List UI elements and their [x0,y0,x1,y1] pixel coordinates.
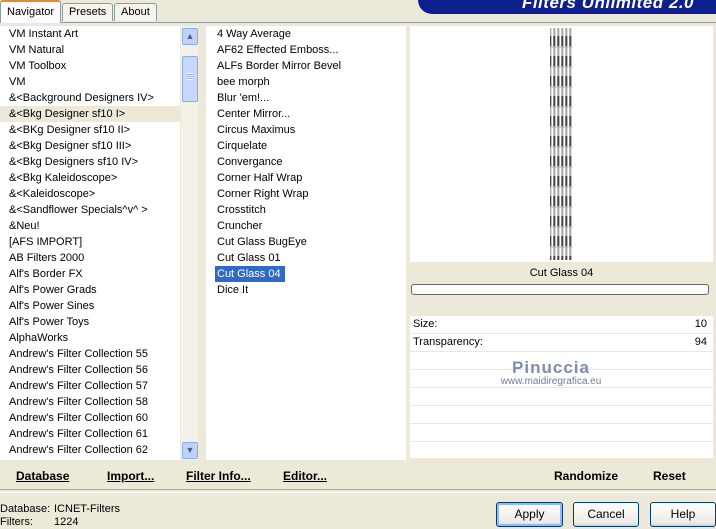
filter-item[interactable]: Cut Glass 01 [206,250,406,266]
apply-button[interactable]: Apply [496,502,563,527]
scroll-down-arrow-icon[interactable]: ▼ [182,442,198,459]
category-item[interactable]: VM Natural [0,42,180,58]
category-item[interactable]: Andrew's Filter Collection 56 [0,362,180,378]
filter-item[interactable]: Corner Half Wrap [206,170,406,186]
category-item[interactable]: Alf's Power Grads [0,282,180,298]
filter-item-selected[interactable]: Cut Glass 04 [215,266,285,282]
category-item[interactable]: &<Sandflower Specials^v^ > [0,202,180,218]
category-item[interactable]: Andrew's Filter Collection 57 [0,378,180,394]
cancel-button[interactable]: Cancel [573,502,639,527]
filter-item[interactable]: Cirquelate [206,138,406,154]
category-item[interactable]: Alf's Power Sines [0,298,180,314]
help-button[interactable]: Help [650,502,716,527]
status-filters-label: Filters: [0,516,33,528]
status-filters: Filters: 1224 [0,516,78,528]
tab-navigator[interactable]: Navigator [0,0,62,23]
category-item[interactable]: &<Bkg Kaleidoscope> [0,170,180,186]
filter-item[interactable]: Convergance [206,154,406,170]
category-item[interactable]: AlphaWorks [0,330,180,346]
category-item[interactable]: Andrew's Filter Collection 61 [0,426,180,442]
status-database-label: Database: [0,503,51,515]
category-item[interactable]: VM Toolbox [0,58,180,74]
category-item[interactable]: AB Filters 2000 [0,250,180,266]
param-size[interactable]: Size: 10 [410,316,713,334]
filter-item[interactable]: Circus Maximus [206,122,406,138]
app-banner: Filters Unlimited 2.0 [418,0,716,14]
param-empty-row [410,424,713,442]
divider [0,489,716,493]
progress-bar [411,284,709,295]
status-database: Database: ICNET-Filters [0,503,120,515]
filter-item[interactable]: Cut Glass BugEye [206,234,406,250]
param-empty-row [410,370,713,388]
category-item[interactable]: &<Bkg Designer sf10 I> [0,106,180,122]
param-transparency-value[interactable]: 94 [695,336,707,348]
category-scrollbar[interactable]: ▲ ▼ [181,26,198,460]
banner-title: Filters Unlimited 2.0 [521,0,694,12]
randomize-button[interactable]: Randomize [554,467,618,485]
param-size-label: Size: [413,318,438,330]
category-list[interactable]: VM Instant Art VM Natural VM Toolbox VM &<Ba… [0,26,180,460]
filter-item[interactable]: Corner Right Wrap [206,186,406,202]
parameters-panel: Size: 10 Transparency: 94 [410,316,713,458]
category-item[interactable]: [AFS IMPORT] [0,234,180,250]
filter-item-selected-row[interactable]: Cut Glass 04 [206,266,406,282]
filter-item[interactable]: bee morph [206,74,406,90]
preview-pane [410,26,713,262]
category-item[interactable]: VM Instant Art [0,26,180,42]
category-item[interactable]: &<BKg Designer sf10 II> [0,122,180,138]
category-item[interactable]: Alf's Border FX [0,266,180,282]
category-item[interactable]: &Neu! [0,218,180,234]
filter-item[interactable]: Cruncher [206,218,406,234]
param-empty-row [410,406,713,424]
database-button[interactable]: Database [16,467,69,485]
status-filters-value: 1224 [54,516,79,528]
preview-image [550,28,573,260]
reset-button[interactable]: Reset [653,467,686,485]
category-item[interactable]: Andrew's Filter Collection 55 [0,346,180,362]
import-button[interactable]: Import... [107,467,154,485]
tab-presets[interactable]: Presets [62,3,114,21]
filter-item[interactable]: Center Mirror... [206,106,406,122]
category-item[interactable]: Andrew's Filter Collection 62 [0,442,180,458]
category-item[interactable]: Andrew's Filter Collection 60 [0,410,180,426]
category-item[interactable]: Andrew's Filter Collection 58 [0,394,180,410]
filter-item[interactable]: Blur 'em!... [206,90,406,106]
filter-item[interactable]: Dice It [206,282,406,298]
filter-list[interactable]: 4 Way Average AF62 Effected Emboss... ALFs… [206,26,406,460]
filter-item[interactable]: Crosstitch [206,202,406,218]
preview-filter-name: Cut Glass 04 [529,267,594,279]
category-item[interactable]: VM [0,74,180,90]
editor-button[interactable]: Editor... [283,467,327,485]
param-transparency[interactable]: Transparency: 94 [410,334,713,352]
param-empty-row [410,388,713,406]
param-size-value[interactable]: 10 [695,318,707,330]
category-item[interactable]: &<Bkg Designer sf10 III> [0,138,180,154]
category-item[interactable]: Alf's Power Toys [0,314,180,330]
filter-item[interactable]: 4 Way Average [206,26,406,42]
status-database-value: ICNET-Filters [54,503,120,515]
category-item[interactable]: &<Kaleidoscope> [0,186,180,202]
tab-about[interactable]: About [114,3,157,21]
param-empty-row [410,352,713,370]
category-item[interactable]: &<Background Designers IV> [0,90,180,106]
category-item[interactable]: &<Bkg Designers sf10 IV> [0,154,180,170]
filter-info-button[interactable]: Filter Info... [186,467,251,485]
filter-item[interactable]: ALFs Border Mirror Bevel [206,58,406,74]
scroll-up-arrow-icon[interactable]: ▲ [182,28,198,45]
scroll-thumb[interactable] [182,56,198,102]
filter-item[interactable]: AF62 Effected Emboss... [206,42,406,58]
param-transparency-label: Transparency: [413,336,483,348]
